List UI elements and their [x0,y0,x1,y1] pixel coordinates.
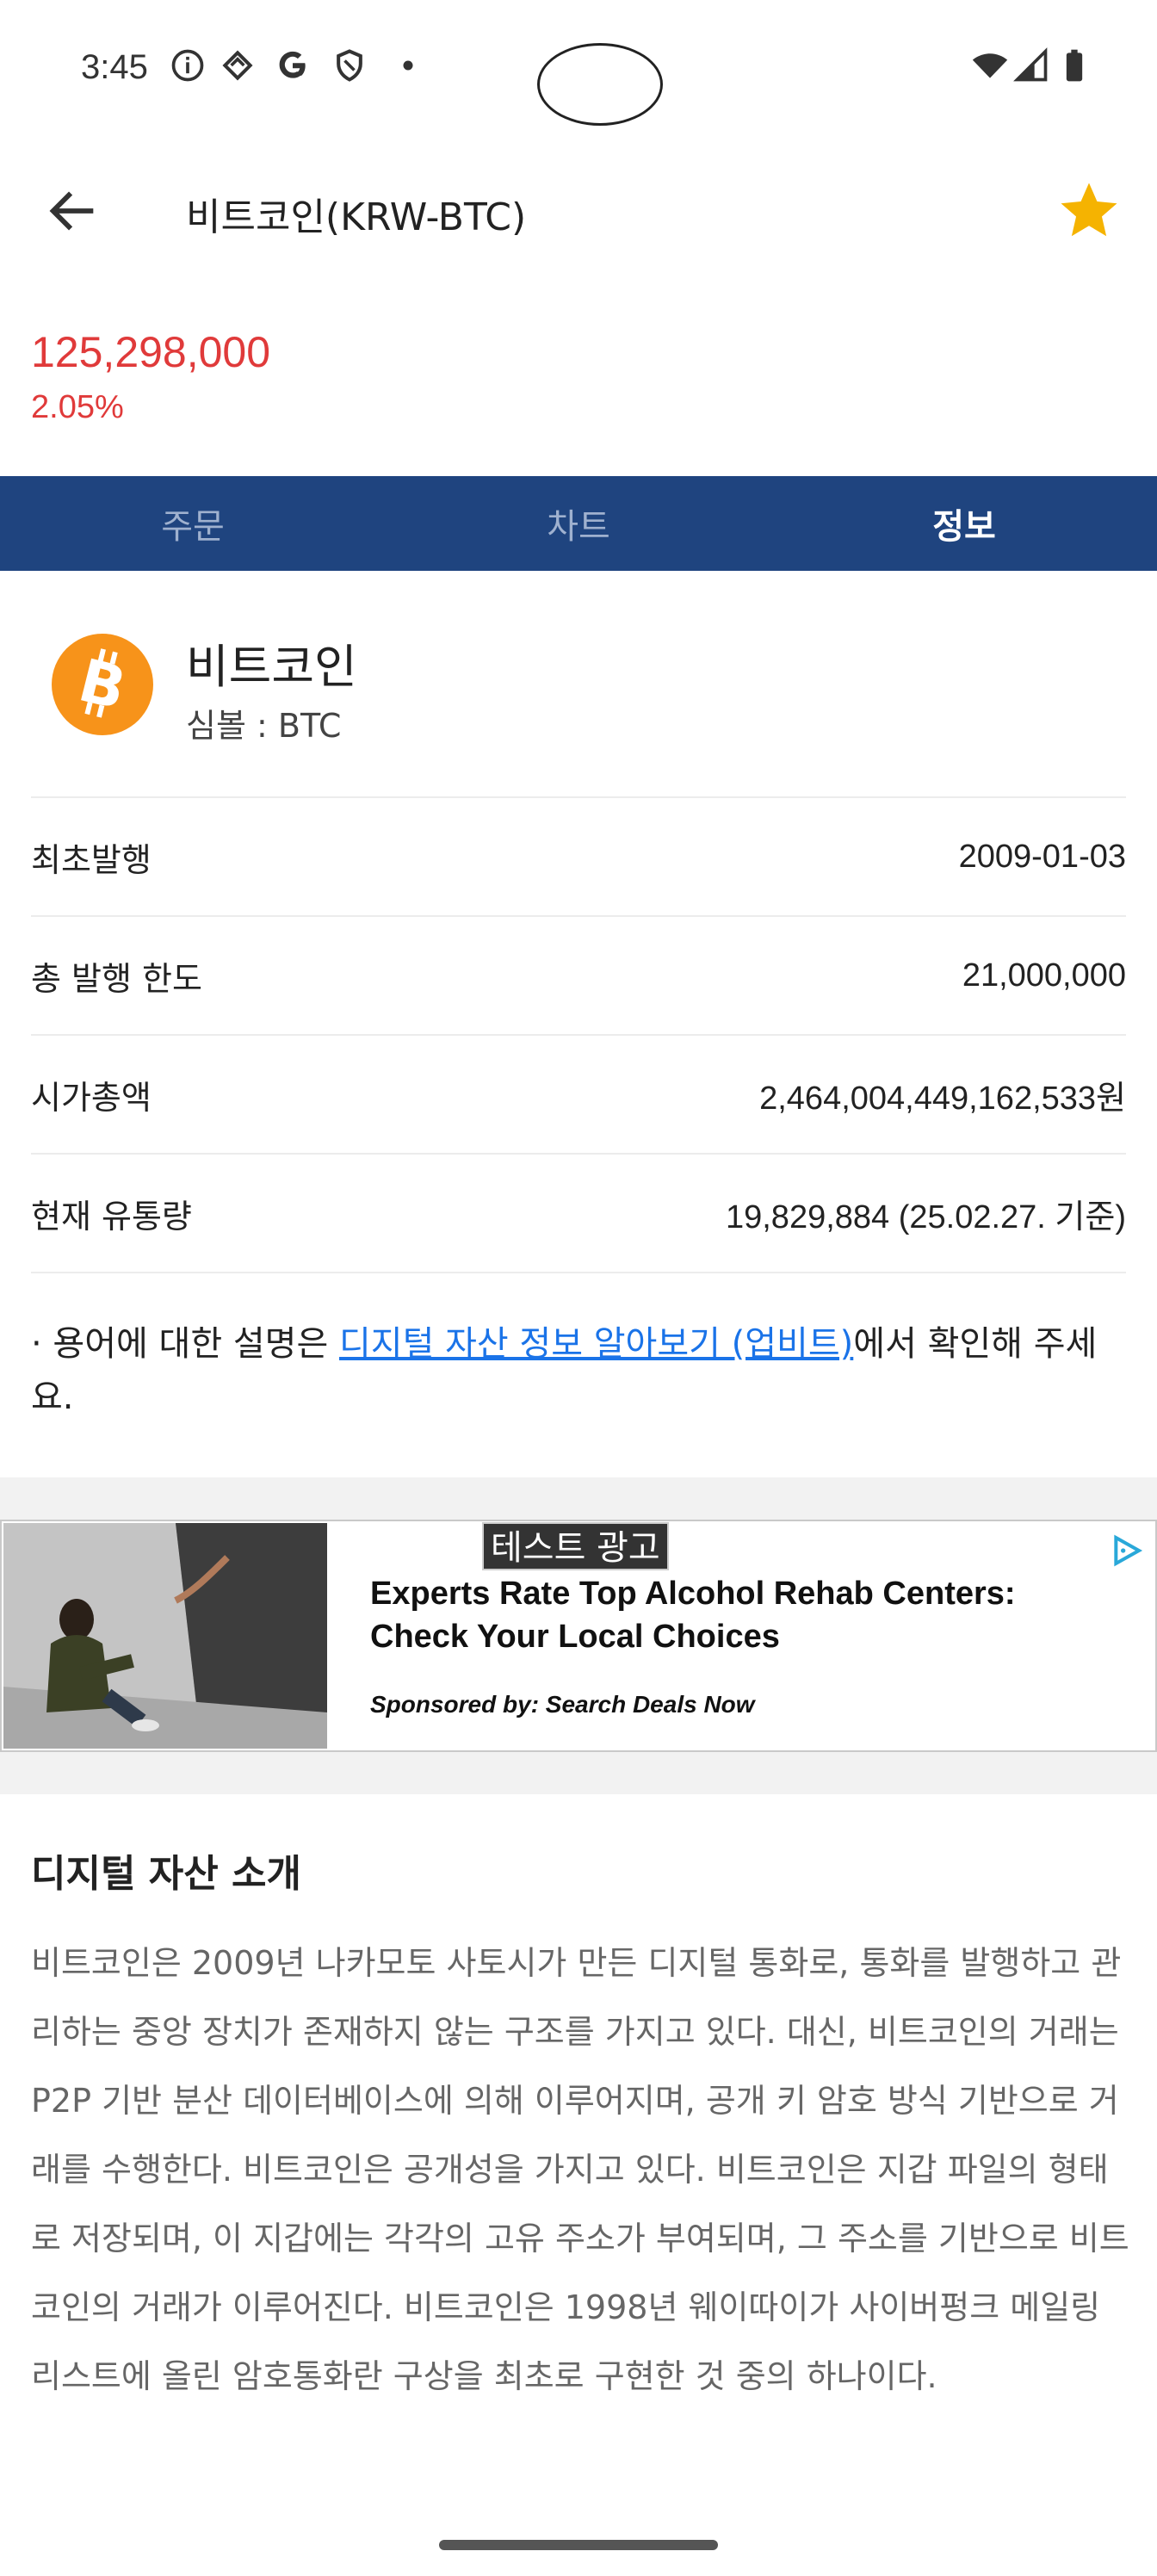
status-time: 3:45 [81,48,148,86]
terms-note: · 용어에 대한 설명은 디지털 자산 정보 알아보기 (업비트)에서 확인해 … [31,1317,1133,1424]
current-price: 125,298,000 [31,328,271,376]
note-prefix: · 용어에 대한 설명은 [31,1324,339,1364]
info-value: 2009-01-03 [958,838,1126,875]
diamond-icon [222,50,253,81]
info-row-first-issue: 최초발행 2009-01-03 [31,796,1126,915]
info-row-circulating-supply: 현재 유통량 19,829,884 (25.02.27. 기준) [31,1153,1126,1272]
info-label: 시가총액 [31,1078,152,1117]
tab-order[interactable]: 주문 [0,476,386,571]
coin-symbol: 심볼 : BTC [186,707,342,745]
back-arrow-icon[interactable] [43,181,103,241]
tab-info[interactable]: 정보 [771,476,1157,571]
info-icon [171,49,204,82]
info-value: 2,464,004,449,162,533원 [759,1080,1126,1117]
intro-body: 비트코인은 2009년 나카모토 사토시가 만든 디지털 통화로, 통화를 발행… [31,1944,1129,2395]
app-screen: 3:45 비트코인(KRW-BTC) 125,298,000 2.05% 주문 … [0,0,1157,2576]
tab-chart[interactable]: 차트 [386,476,771,571]
google-icon [279,51,306,78]
price-change: 2.05% [31,389,124,425]
tab-bar: 주문 차트 정보 [0,476,1157,571]
ad-choices-icon[interactable] [1109,1533,1143,1568]
info-label: 현재 유통량 [31,1197,192,1235]
battery-icon [1066,49,1083,82]
info-value: 21,000,000 [962,957,1126,994]
camera-cutout [537,43,663,126]
dot-icon [403,60,413,71]
page-title: 비트코인(KRW-BTC) [186,195,527,239]
ad-image[interactable] [3,1523,327,1749]
wifi-icon [972,53,1008,78]
app-bar: 비트코인(KRW-BTC) [0,155,1157,267]
info-label: 총 발행 한도 [31,959,202,998]
info-row-max-supply: 총 발행 한도 21,000,000 [31,915,1126,1034]
info-value: 19,829,884 (25.02.27. 기준) [725,1198,1126,1235]
asset-info-link[interactable]: 디지털 자산 정보 알아보기 (업비트) [339,1324,853,1364]
coin-name: 비트코인 [186,640,357,694]
status-bar: 3:45 [0,0,1157,138]
coin-info-list: 최초발행 2009-01-03 총 발행 한도 21,000,000 시가총액 … [31,796,1126,1273]
shield-icon [337,49,362,82]
ad-sponsor: Sponsored by: Search Deals Now [370,1691,755,1718]
info-row-market-cap: 시가총액 2,464,004,449,162,533원 [31,1034,1126,1153]
info-label: 최초발행 [31,840,152,879]
ad-headline[interactable]: Experts Rate Top Alcohol Rehab Centers: … [370,1572,1085,1658]
signal-icon [1013,47,1048,82]
test-ad-badge: 테스트 광고 [482,1522,669,1570]
home-indicator[interactable] [439,2540,718,2550]
bitcoin-icon: B [52,634,153,735]
intro-title: 디지털 자산 소개 [31,1852,301,1896]
star-icon[interactable] [1055,177,1123,245]
divider [31,1272,1126,1273]
